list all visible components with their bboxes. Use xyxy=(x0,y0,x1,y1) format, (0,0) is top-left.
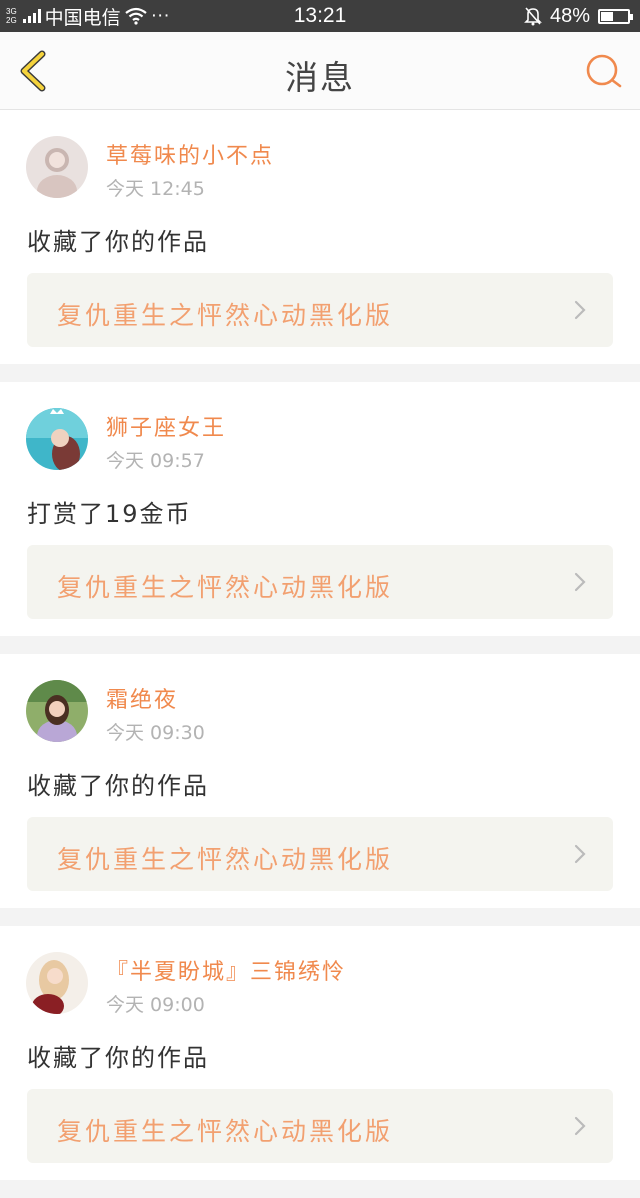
username[interactable]: 狮子座女王 xyxy=(106,410,226,442)
avatar[interactable] xyxy=(26,680,88,742)
user-avatar-image xyxy=(26,136,88,198)
work-title: 复仇重生之怦然心动黑化版 xyxy=(57,845,394,874)
message-card: 狮子座女王 今天 09:57 打赏了19金币 复仇重生之怦然心动黑化版 xyxy=(0,382,640,636)
message-action: 打赏了19金币 xyxy=(27,500,192,528)
message-list: 草莓味的小不点 今天 12:45 收藏了你的作品 复仇重生之怦然心动黑化版 狮子… xyxy=(0,110,640,1198)
work-link[interactable]: 复仇重生之怦然心动黑化版 xyxy=(27,817,613,891)
user-avatar-image xyxy=(26,680,88,742)
chevron-right-icon xyxy=(574,1116,586,1136)
search-button[interactable] xyxy=(584,52,624,92)
message-action: 收藏了你的作品 xyxy=(27,228,209,256)
work-title: 复仇重生之怦然心动黑化版 xyxy=(57,301,394,330)
message-card: 『半夏盼城』三锦绣怜 今天 09:00 收藏了你的作品 复仇重生之怦然心动黑化版 xyxy=(0,926,640,1180)
page-title: 消息 xyxy=(285,58,355,97)
status-right: 48% xyxy=(524,0,633,32)
work-link[interactable]: 复仇重生之怦然心动黑化版 xyxy=(27,273,613,347)
message-time: 今天 09:00 xyxy=(106,994,205,1016)
message-time: 今天 12:45 xyxy=(106,178,205,200)
message-time: 今天 09:30 xyxy=(106,722,205,744)
avatar[interactable] xyxy=(26,952,88,1014)
work-link[interactable]: 复仇重生之怦然心动黑化版 xyxy=(27,545,613,619)
bell-muted-icon xyxy=(524,7,542,26)
avatar[interactable] xyxy=(26,136,88,198)
message-action: 收藏了你的作品 xyxy=(27,1044,209,1072)
avatar[interactable] xyxy=(26,408,88,470)
message-time: 今天 09:57 xyxy=(106,450,205,472)
username[interactable]: 草莓味的小不点 xyxy=(106,138,274,170)
message-card: 草莓味的小不点 今天 12:45 收藏了你的作品 复仇重生之怦然心动黑化版 xyxy=(0,110,640,364)
status-bar: 3G 2G 中国电信 ··· 13:21 48% xyxy=(0,0,640,32)
user-avatar-image xyxy=(26,408,88,470)
battery-percent: 48% xyxy=(549,4,590,27)
work-link[interactable]: 复仇重生之怦然心动黑化版 xyxy=(27,1089,613,1163)
chevron-right-icon xyxy=(574,572,586,592)
battery-icon xyxy=(598,8,633,24)
user-avatar-image xyxy=(26,952,88,1014)
chevron-right-icon xyxy=(574,300,586,320)
message-action: 收藏了你的作品 xyxy=(27,772,209,800)
work-title: 复仇重生之怦然心动黑化版 xyxy=(57,1117,394,1146)
username[interactable]: 『半夏盼城』三锦绣怜 xyxy=(106,954,346,986)
nav-bar: 消息 xyxy=(0,32,640,110)
chevron-right-icon xyxy=(574,844,586,864)
work-title: 复仇重生之怦然心动黑化版 xyxy=(57,573,394,602)
username[interactable]: 霜绝夜 xyxy=(106,682,178,714)
message-card: 霜绝夜 今天 09:30 收藏了你的作品 复仇重生之怦然心动黑化版 xyxy=(0,654,640,908)
